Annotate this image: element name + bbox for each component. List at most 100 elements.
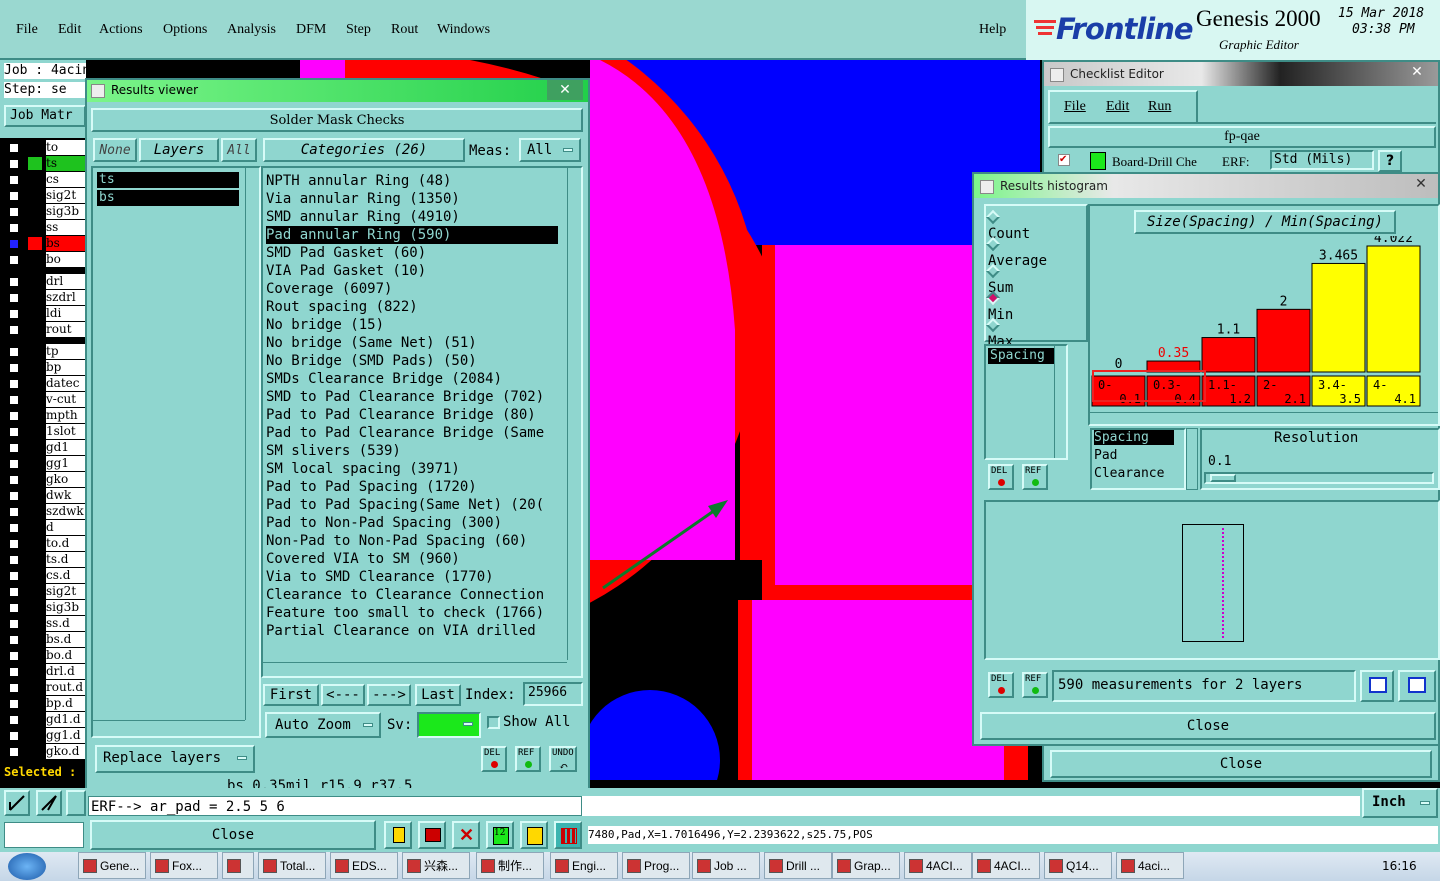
layer-checkbox[interactable] <box>8 308 20 320</box>
layer-row[interactable]: bo.d <box>6 648 86 663</box>
measure-item-spacing[interactable]: Spacing <box>988 348 1054 364</box>
taskbar-button[interactable]: Total... <box>258 852 326 879</box>
meas-dropdown[interactable]: All <box>519 138 581 162</box>
histogram-titlebar[interactable]: Results histogram ✕ <box>974 174 1438 198</box>
menu-options[interactable]: Options <box>163 22 207 38</box>
layer-row[interactable]: sig2t <box>6 584 86 599</box>
layer-checkbox[interactable] <box>8 190 20 202</box>
layer-row[interactable]: drl <box>6 274 86 289</box>
taskbar-button[interactable]: Grap... <box>832 852 900 879</box>
del-button-2[interactable]: DEL <box>988 672 1014 698</box>
layer-row[interactable]: ts.d <box>6 552 86 567</box>
layer-checkbox[interactable] <box>8 650 20 662</box>
layer-checkbox[interactable] <box>8 394 20 406</box>
category-item[interactable]: Non-Pad to Non-Pad Spacing (60) <box>266 532 527 550</box>
replace-layers-dropdown[interactable]: Replace layers <box>95 745 255 773</box>
layer-checkbox[interactable] <box>8 554 20 566</box>
layer-checkbox[interactable] <box>8 378 20 390</box>
layer-row[interactable]: gg1 <box>6 456 86 471</box>
category-item[interactable]: SMDs Clearance Bridge (2084) <box>266 370 502 388</box>
category-list-scrollbar[interactable] <box>567 168 581 660</box>
step-field[interactable]: Step: se <box>4 82 86 98</box>
layer-checkbox[interactable] <box>8 570 20 582</box>
layer-checkbox[interactable] <box>8 634 20 646</box>
prev-button[interactable]: <--- <box>321 684 365 706</box>
menu-file[interactable]: File <box>16 22 38 38</box>
categories-button[interactable]: Categories (26) <box>263 138 465 162</box>
category-item[interactable]: No bridge (Same Net) (51) <box>266 334 477 352</box>
export-icon[interactable] <box>418 821 446 849</box>
del-button[interactable]: DEL <box>481 746 507 772</box>
layer-row[interactable]: gko.d <box>6 744 86 759</box>
last-button[interactable]: Last <box>415 684 461 706</box>
layer-row[interactable]: ss.d <box>6 616 86 631</box>
layer-list-box[interactable]: ts bs <box>91 166 261 738</box>
category-item[interactable]: Pad to Pad Spacing (1720) <box>266 478 477 496</box>
layer-row[interactable]: gg1.d <box>6 728 86 743</box>
layer-list-hscrollbar[interactable] <box>93 720 245 734</box>
layer-checkbox[interactable] <box>8 698 20 710</box>
checklist-menu-edit[interactable]: Edit <box>1106 99 1129 115</box>
checklist-menu-file[interactable]: File <box>1064 99 1086 115</box>
layer-checkbox[interactable] <box>8 292 20 304</box>
layer-checkbox[interactable] <box>8 442 20 454</box>
taskbar-button[interactable] <box>222 852 254 879</box>
category-item[interactable]: Pad to Pad Clearance Bridge (Same <box>266 424 544 442</box>
layer-row[interactable]: datec <box>6 376 86 391</box>
layers-button[interactable]: Layers <box>139 138 219 162</box>
checklist-titlebar[interactable]: Checklist Editor ✕ <box>1044 62 1438 86</box>
category-item[interactable]: No Bridge (SMD Pads) (50) <box>266 352 477 370</box>
results-viewer-titlebar[interactable]: Results viewer ✕ <box>87 80 588 102</box>
layer-list-scrollbar[interactable] <box>245 168 259 720</box>
warning-icon[interactable] <box>384 821 412 849</box>
first-button[interactable]: First <box>263 684 319 706</box>
taskbar-button[interactable]: Q14... <box>1044 852 1112 879</box>
category-item[interactable]: Pad annular Ring (590) <box>266 226 558 244</box>
layer-row[interactable]: gko <box>6 472 86 487</box>
category-item[interactable]: Rout spacing (822) <box>266 298 418 316</box>
layer-row[interactable]: gd1.d <box>6 712 86 727</box>
category-item[interactable]: No bridge (15) <box>266 316 384 334</box>
layer-checkbox[interactable] <box>8 174 20 186</box>
layer-checkbox[interactable] <box>8 346 20 358</box>
layer-checkbox[interactable] <box>8 254 20 266</box>
category-item[interactable]: Via annular Ring (1350) <box>266 190 460 208</box>
layer-row[interactable]: ldi <box>6 306 86 321</box>
ref-button[interactable]: REF <box>1022 464 1048 490</box>
layer-row[interactable]: gd1 <box>6 440 86 455</box>
pan-tool-button[interactable] <box>4 790 30 816</box>
taskbar-button[interactable]: Job ... <box>692 852 760 879</box>
layer-row[interactable]: ss <box>6 220 86 235</box>
zoom-chart-icon[interactable] <box>1360 670 1394 702</box>
taskbar-button[interactable]: Fox... <box>150 852 218 879</box>
measure-list-scrollbar[interactable] <box>1054 346 1066 458</box>
checklist-close-button[interactable]: Close <box>1050 750 1432 778</box>
layer-item-ts[interactable]: ts <box>97 172 239 188</box>
category-item[interactable]: SMD Pad Gasket (60) <box>266 244 426 262</box>
numbered-list-icon[interactable]: 12 <box>486 821 514 849</box>
help-button[interactable]: ? <box>1378 150 1402 172</box>
close-icon[interactable]: ✕ <box>547 80 583 100</box>
pad-list-item[interactable]: Clearance <box>1094 466 1174 481</box>
sv-color-dropdown[interactable] <box>417 712 481 738</box>
taskbar-button[interactable]: EDS... <box>330 852 398 879</box>
layer-checkbox[interactable] <box>8 730 20 742</box>
layer-checkbox[interactable] <box>8 602 20 614</box>
layer-row[interactable]: mpth <box>6 408 86 423</box>
layer-row[interactable]: to.d <box>6 536 86 551</box>
histogram-icon[interactable] <box>554 821 582 849</box>
taskbar-button[interactable]: 制作... <box>476 852 544 879</box>
category-item[interactable]: SM local spacing (3971) <box>266 460 460 478</box>
grid-tool-button[interactable] <box>36 790 62 816</box>
menu-actions[interactable]: Actions <box>99 22 143 38</box>
report-icon[interactable] <box>520 821 548 849</box>
layer-row[interactable]: dwk <box>6 488 86 503</box>
close-icon[interactable]: ✕ <box>1400 62 1434 82</box>
layer-checkbox[interactable] <box>8 426 20 438</box>
erf-value[interactable]: Std (Mils) <box>1270 150 1374 170</box>
category-item[interactable]: SMD to Pad Clearance Bridge (702) <box>266 388 544 406</box>
layer-checkbox[interactable] <box>8 206 20 218</box>
layer-checkbox[interactable] <box>8 522 20 534</box>
checklist-row[interactable]: ✔ Board-Drill Che ERF: Std (Mils) ? <box>1048 150 1436 172</box>
layer-checkbox[interactable] <box>8 618 20 630</box>
